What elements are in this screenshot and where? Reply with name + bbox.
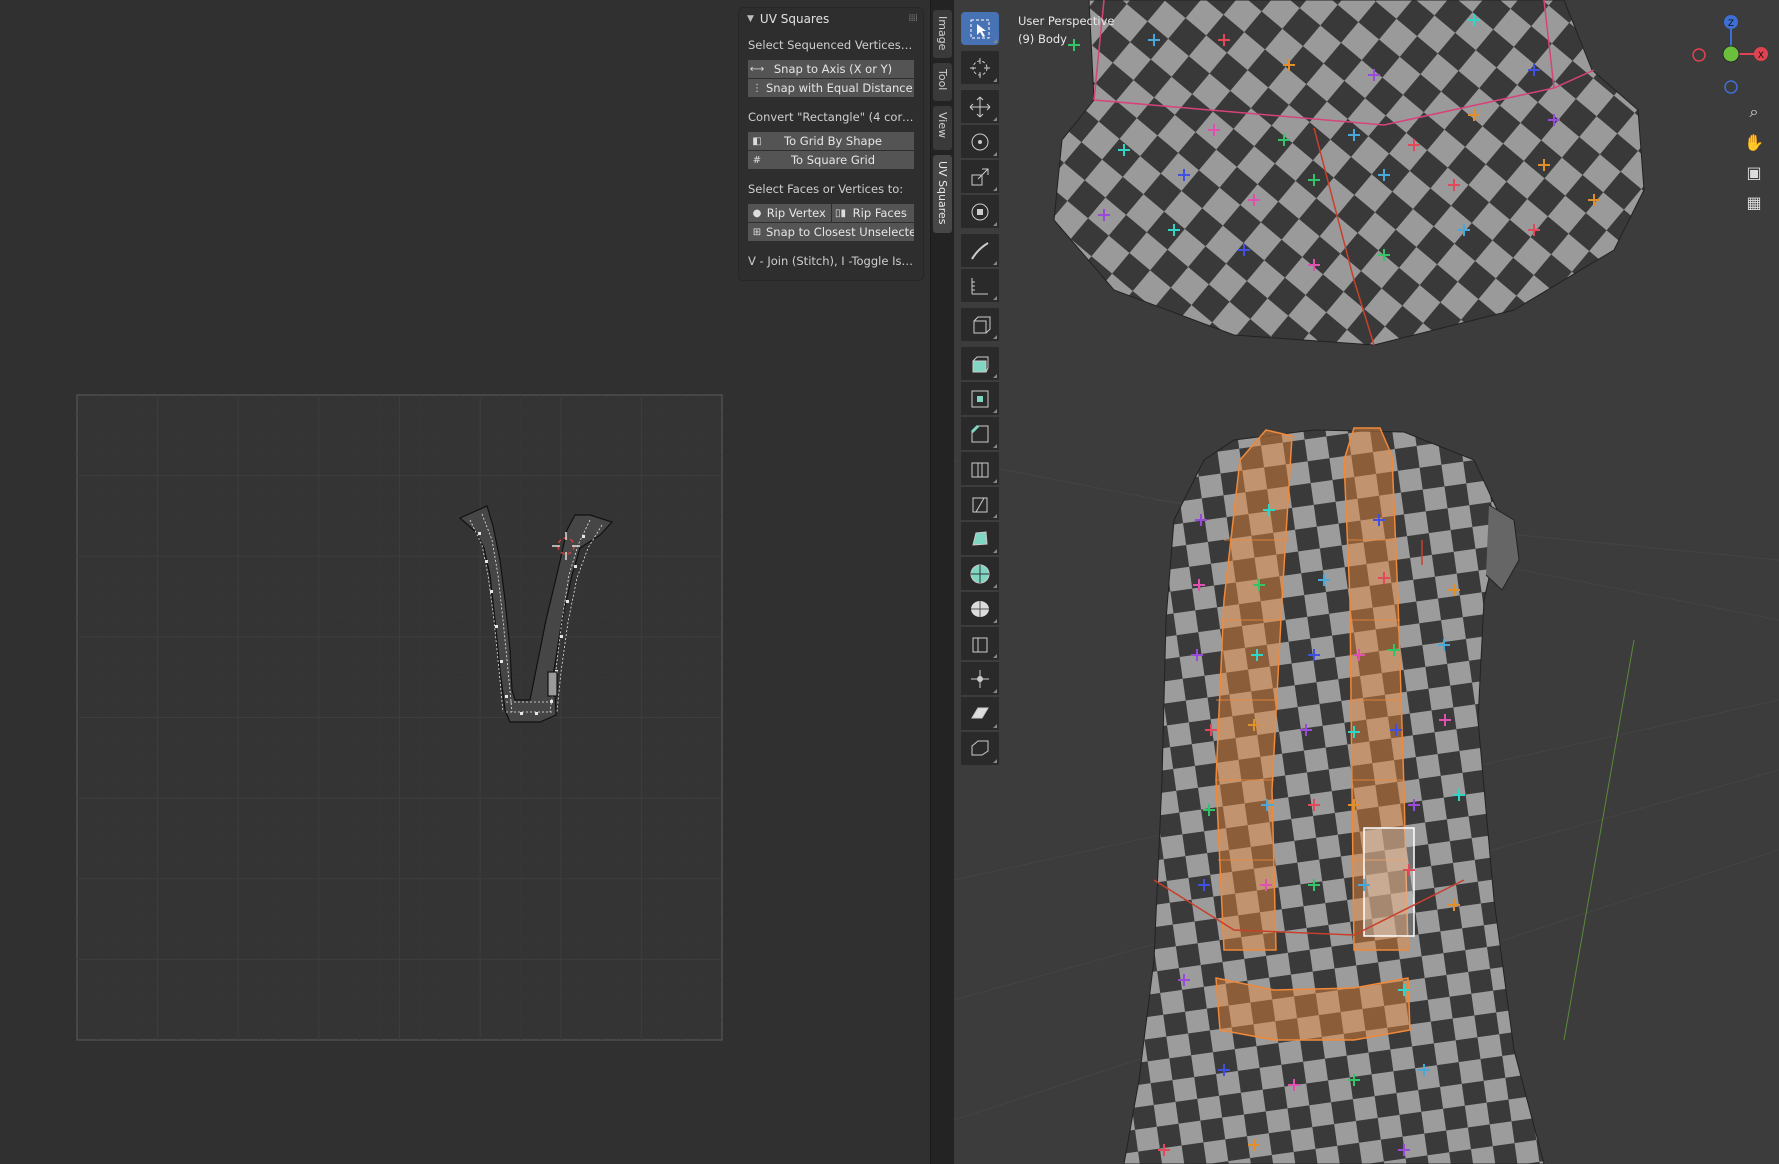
vertex-dot-icon: ● (752, 207, 762, 219)
zoom-icon[interactable]: ⌕ (1740, 98, 1768, 126)
panel-header[interactable]: ▼ UV Squares ⁞⁞⁞⁞ (739, 8, 923, 30)
pan-hand-icon[interactable]: ✋ (1740, 128, 1768, 156)
snap-equal-distance-button[interactable]: ⋮ Snap with Equal Distance (748, 79, 914, 98)
upper-mesh[interactable] (1053, 0, 1645, 346)
spin-icon[interactable] (961, 557, 999, 590)
perspective-label: User Perspective (1018, 14, 1115, 28)
drag-grip-icon[interactable]: ⁞⁞⁞⁞ (908, 13, 918, 24)
scale-icon[interactable] (961, 160, 999, 193)
snap-grid-icon: ⊞ (752, 226, 762, 238)
grid-view-icon[interactable]: ▦ (1740, 188, 1768, 216)
viewport-info: User Perspective (9) Body (1018, 12, 1114, 48)
axis-neg-z-icon (1724, 80, 1738, 94)
axis-z-label: Z (1728, 19, 1734, 29)
section-rectangle-label: Convert "Rectangle" (4 corner... (748, 110, 923, 124)
rip-faces-label: Rip Faces (852, 206, 907, 220)
3d-scene[interactable] (954, 0, 1779, 1164)
rip-row: ● Rip Vertex ▯▮ Rip Faces (748, 204, 914, 223)
camera-icon[interactable]: ▣ (1740, 158, 1768, 186)
axis-y-icon (1722, 45, 1740, 63)
hint-text: V - Join (Stitch), I -Toggle Isl... (748, 254, 916, 268)
hash-grid-icon: # (752, 154, 762, 166)
tab-view[interactable]: View (933, 106, 952, 150)
rip-faces-button[interactable]: ▯▮ Rip Faces (831, 204, 914, 222)
snap-to-axis-button[interactable]: ⟷ Snap to Axis (X or Y) (748, 60, 914, 79)
measure-icon[interactable] (961, 269, 999, 302)
annotate-icon[interactable] (961, 234, 999, 267)
extrude-icon[interactable] (961, 347, 999, 380)
loop-cut-icon[interactable] (961, 452, 999, 485)
3d-viewport[interactable]: User Perspective (9) Body Z X ⌕ ✋ ▣ ▦ (954, 0, 1779, 1164)
section-faces-label: Select Faces or Vertices to: (748, 182, 904, 196)
faces-icon: ▯▮ (834, 207, 846, 219)
smooth-icon[interactable] (961, 592, 999, 625)
shear-icon[interactable] (961, 697, 999, 730)
body-mesh[interactable] (1123, 427, 1545, 1164)
sidebar-tabs: Image Tool View UV Squares (930, 0, 955, 1164)
to-square-grid-button[interactable]: # To Square Grid (748, 151, 914, 170)
axis-gizmo[interactable]: Z X (1680, 10, 1770, 100)
move-icon[interactable] (961, 90, 999, 123)
cursor-icon[interactable] (961, 51, 999, 84)
snap-closest-label: Snap to Closest Unselected (766, 225, 914, 239)
rip-region-icon[interactable] (961, 732, 999, 765)
dots-vertical-icon: ⋮ (752, 82, 762, 94)
to-square-grid-label: To Square Grid (790, 153, 876, 167)
knife-icon[interactable] (961, 487, 999, 520)
snap-closest-unselected-button[interactable]: ⊞ Snap to Closest Unselected (748, 223, 914, 242)
axis-neg-x-icon (1692, 48, 1706, 62)
arrows-horizontal-icon: ⟷ (749, 63, 765, 75)
rotate-icon[interactable] (961, 125, 999, 158)
bevel-icon[interactable] (961, 417, 999, 450)
rip-vertex-button[interactable]: ● Rip Vertex (748, 204, 831, 222)
axis-x-label: X (1758, 51, 1764, 61)
rip-vertex-label: Rip Vertex (766, 206, 826, 220)
tool-shelf (961, 12, 999, 767)
edge-slide-icon[interactable] (961, 627, 999, 660)
snap-to-axis-label: Snap to Axis (X or Y) (773, 62, 893, 76)
poly-build-icon[interactable] (961, 522, 999, 555)
grid-shape-icon: ◧ (752, 135, 762, 147)
tab-tool[interactable]: Tool (933, 63, 952, 101)
uv-squares-panel: ▼ UV Squares ⁞⁞⁞⁞ Select Sequenced Verti… (739, 8, 923, 280)
inset-icon[interactable] (961, 382, 999, 415)
tab-image[interactable]: Image (933, 10, 952, 58)
uv-editor[interactable]: ▼ UV Squares ⁞⁞⁞⁞ Select Sequenced Verti… (0, 0, 930, 1164)
to-grid-by-shape-label: To Grid By Shape (784, 134, 882, 148)
snap-equal-distance-label: Snap with Equal Distance (766, 81, 913, 95)
panel-title: UV Squares (759, 12, 830, 26)
transform-icon[interactable] (961, 195, 999, 228)
to-grid-by-shape-button[interactable]: ◧ To Grid By Shape (748, 132, 914, 151)
object-label: (9) Body (1018, 32, 1067, 46)
add-cube-icon[interactable] (961, 308, 999, 341)
navigation-buttons: ⌕ ✋ ▣ ▦ (1740, 98, 1770, 218)
chevron-down-icon[interactable]: ▼ (747, 14, 754, 24)
select-box-icon[interactable] (961, 12, 999, 45)
tab-uv-squares[interactable]: UV Squares (933, 155, 952, 233)
section-sequenced-label: Select Sequenced Vertices to: (748, 38, 920, 52)
shrink-fatten-icon[interactable] (961, 662, 999, 695)
